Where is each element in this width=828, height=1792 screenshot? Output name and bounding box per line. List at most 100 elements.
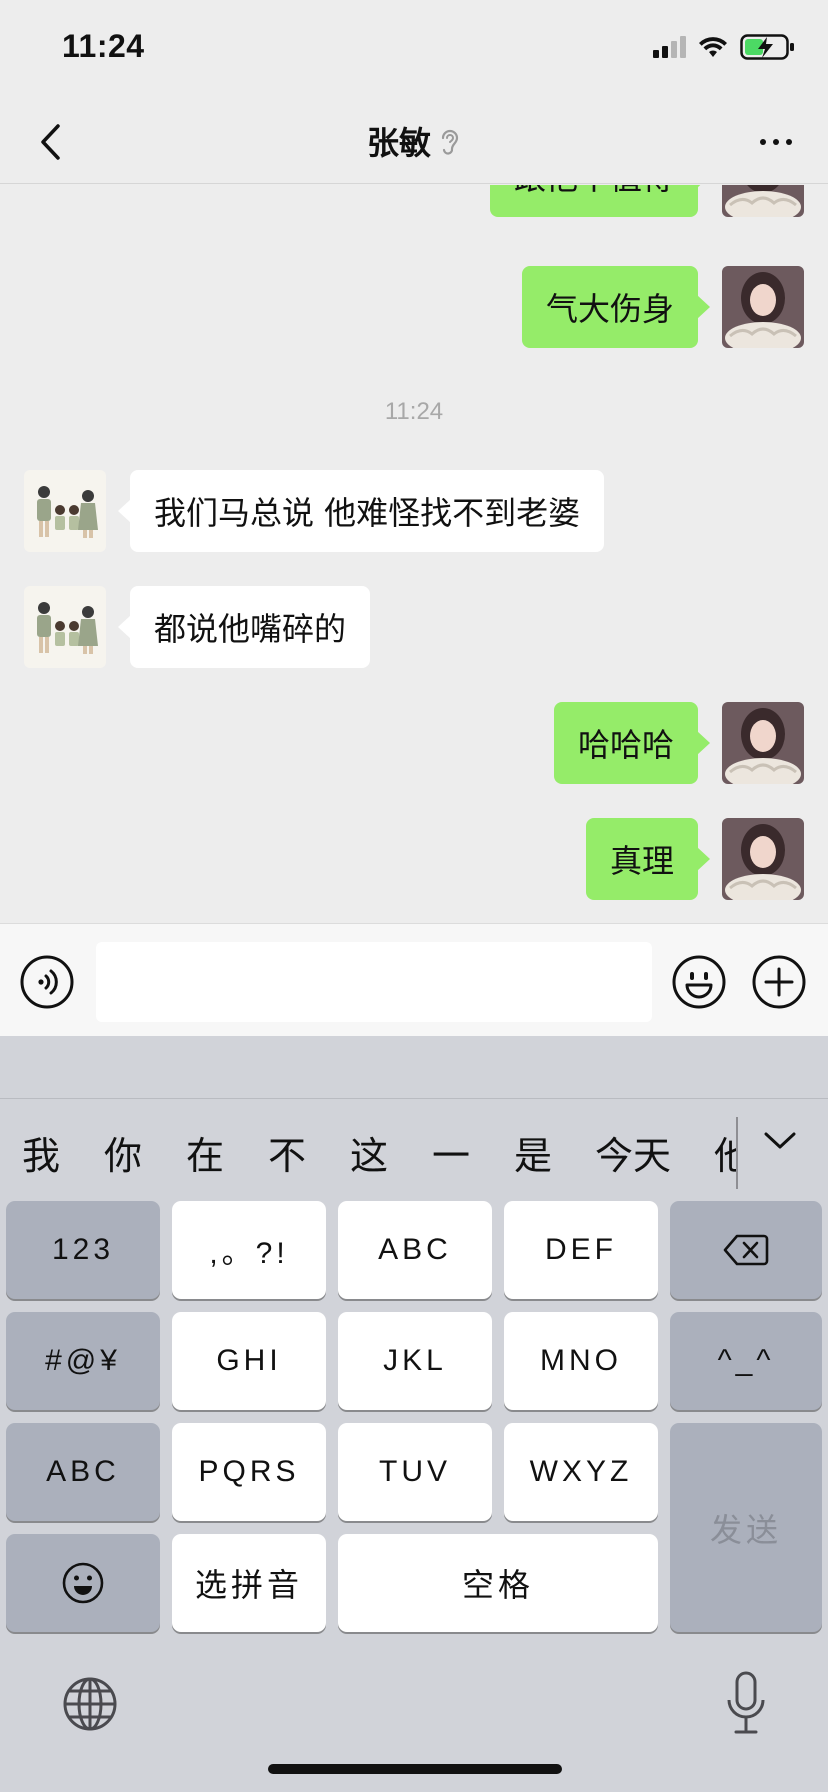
status-time: 11:24	[62, 28, 145, 64]
home-indicator[interactable]	[268, 1764, 562, 1774]
key-label: DEF	[545, 1233, 617, 1266]
message-timestamp: 11:24	[384, 398, 444, 425]
key-punctuation[interactable]: ,。?!	[172, 1201, 326, 1299]
key-label: 空格	[461, 1566, 534, 1604]
emoji-key[interactable]	[6, 1534, 160, 1632]
ear-icon	[441, 129, 459, 155]
more-features-button[interactable]	[752, 955, 806, 1009]
key-label: ,。?!	[209, 1237, 289, 1270]
key-wxyz[interactable]: WXYZ	[504, 1423, 658, 1521]
message-text: 气大伤身	[545, 290, 674, 328]
send-key[interactable]: 发送	[670, 1423, 822, 1632]
key-label: WXYZ	[529, 1455, 633, 1488]
space-key[interactable]: 空格	[338, 1534, 658, 1632]
keyboard: 我 你 在 不 这 一 是 今天 他 123 ,。?! ABC DEF #@¥ …	[0, 1036, 828, 1792]
candidate-word[interactable]: 我	[0, 1125, 82, 1180]
key-symbols[interactable]: #@¥	[6, 1312, 160, 1410]
key-def[interactable]: DEF	[504, 1201, 658, 1299]
key-mno[interactable]: MNO	[504, 1312, 658, 1410]
status-icons	[653, 34, 796, 60]
chat-title: 张敏	[366, 124, 431, 162]
my-avatar[interactable]	[722, 702, 804, 784]
switch-keyboard-button[interactable]	[62, 1676, 118, 1732]
key-label: 123	[51, 1233, 115, 1266]
candidate-list: 我 你 在 不 这 一 是 今天 他	[0, 1099, 736, 1205]
wifi-icon	[699, 37, 727, 57]
key-label: 发送	[709, 1510, 782, 1549]
message-input[interactable]	[96, 942, 652, 1022]
contact-avatar[interactable]	[24, 586, 106, 668]
candidate-word[interactable]: 一	[410, 1125, 492, 1180]
dictation-button[interactable]	[726, 1670, 766, 1736]
voice-icon	[20, 955, 74, 1009]
message-incoming[interactable]: 都说他嘴碎的	[24, 586, 371, 668]
contact-avatar[interactable]	[24, 470, 106, 552]
message-bubble[interactable]: 都说他嘴碎的	[117, 586, 371, 668]
voice-input-button[interactable]	[20, 955, 74, 1009]
key-english-mode[interactable]: ABC	[6, 1423, 160, 1521]
key-label: MNO	[540, 1344, 622, 1377]
key-label: PQRS	[198, 1455, 300, 1488]
key-label: 选拼音	[194, 1566, 303, 1604]
message-bubble[interactable]: 跟他不值得	[489, 185, 711, 217]
message-bubble[interactable]: 我们马总说 他难怪找不到老婆	[117, 470, 605, 552]
key-label: #@¥	[45, 1344, 121, 1377]
message-outgoing[interactable]: 气大伤身	[521, 266, 804, 348]
message-outgoing[interactable]: 哈哈哈	[553, 702, 804, 784]
key-123[interactable]: 123	[6, 1201, 160, 1299]
microphone-icon	[727, 1671, 765, 1734]
message-text: 跟他不值得	[514, 185, 674, 199]
candidate-bar: 我 你 在 不 这 一 是 今天 他	[0, 1098, 828, 1204]
message-bubble[interactable]: 气大伤身	[521, 266, 711, 348]
key-ghi[interactable]: GHI	[172, 1312, 326, 1410]
emoji-button[interactable]	[672, 955, 726, 1009]
key-label: ABC	[378, 1233, 452, 1266]
key-label: ^_^	[717, 1344, 775, 1377]
candidate-word[interactable]: 这	[328, 1125, 410, 1180]
backspace-key[interactable]	[670, 1201, 822, 1299]
expand-candidates-button[interactable]	[754, 1115, 806, 1167]
more-dots-icon	[760, 139, 792, 145]
status-bar: 11:24	[0, 0, 828, 100]
message-outgoing[interactable]: 跟他不值得	[489, 185, 804, 217]
my-avatar[interactable]	[722, 818, 804, 900]
smiley-key-icon	[62, 1562, 104, 1604]
message-outgoing[interactable]: 真理	[585, 818, 804, 900]
candidate-divider	[736, 1117, 738, 1189]
more-options-button[interactable]	[746, 114, 806, 170]
battery-charging-icon	[740, 34, 794, 60]
key-label: TUV	[379, 1455, 451, 1488]
key-label: ABC	[46, 1455, 120, 1488]
message-text: 哈哈哈	[577, 726, 674, 764]
message-incoming[interactable]: 我们马总说 他难怪找不到老婆	[24, 470, 605, 552]
my-avatar[interactable]	[722, 185, 804, 217]
key-pqrs[interactable]: PQRS	[172, 1423, 326, 1521]
key-abc[interactable]: ABC	[338, 1201, 492, 1299]
key-jkl[interactable]: JKL	[338, 1312, 492, 1410]
key-label: GHI	[216, 1344, 282, 1377]
cellular-signal-icon	[653, 36, 686, 58]
backspace-icon	[723, 1234, 769, 1266]
my-avatar[interactable]	[722, 266, 804, 348]
key-tuv[interactable]: TUV	[338, 1423, 492, 1521]
candidate-word[interactable]: 不	[246, 1125, 328, 1180]
key-select-pinyin[interactable]: 选拼音	[172, 1534, 326, 1632]
message-bubble[interactable]: 哈哈哈	[553, 702, 711, 784]
message-input-bar	[0, 923, 828, 1036]
candidate-word[interactable]: 是	[492, 1125, 574, 1180]
key-label: JKL	[383, 1344, 447, 1377]
candidate-word[interactable]: 在	[164, 1125, 246, 1180]
candidate-word[interactable]: 他	[692, 1125, 736, 1180]
globe-icon	[63, 1677, 117, 1731]
key-emoticon[interactable]: ^_^	[670, 1312, 822, 1410]
message-bubble[interactable]: 真理	[585, 818, 711, 900]
candidate-word[interactable]: 你	[82, 1125, 164, 1180]
candidate-word[interactable]: 今天	[574, 1125, 692, 1180]
add-icon	[752, 955, 806, 1009]
message-text: 都说他嘴碎的	[154, 610, 347, 648]
chat-title-group: 张敏	[0, 118, 828, 164]
message-text: 真理	[609, 842, 674, 880]
chat-header: 张敏	[0, 100, 828, 184]
chevron-down-icon	[764, 1132, 796, 1149]
message-list[interactable]: 跟他不值得 气大伤身 11:24 我们马总说 他难怪找不到老婆 都说他嘴碎的 哈…	[0, 185, 828, 923]
